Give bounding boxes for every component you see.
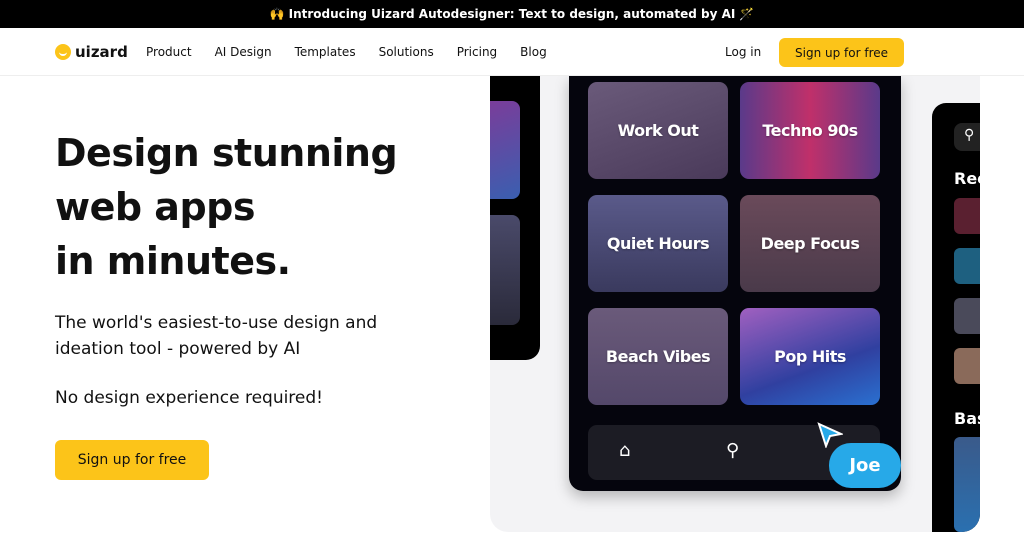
nav-templates[interactable]: Templates: [295, 45, 356, 59]
hero-title: Design stunning web apps in minutes.: [55, 126, 398, 288]
playlist-tile: Pop Hits: [740, 308, 880, 405]
login-link[interactable]: Log in: [725, 45, 761, 59]
search-icon: ⚲: [726, 440, 740, 461]
hero-note: No design experience required!: [55, 388, 323, 408]
announcement-banner[interactable]: 🙌 Introducing Uizard Autodesigner: Text …: [0, 0, 1024, 28]
title-line: Design stunning: [55, 131, 398, 175]
nav-solutions[interactable]: Solutions: [379, 45, 434, 59]
section-label: Rec: [954, 169, 980, 188]
playlist-tile: Work Out: [588, 82, 728, 179]
magic-wand-icon: 🪄: [739, 7, 755, 21]
logo-text: uizard: [75, 42, 128, 61]
section-label: Bas: [954, 409, 980, 428]
playlist-tile: Beach Vibes: [588, 308, 728, 405]
banner-text[interactable]: Introducing Uizard Autodesigner: Text to…: [289, 7, 736, 21]
nav-ai-design[interactable]: AI Design: [215, 45, 272, 59]
right-phone-mockup: ⚲ Rec Bas: [932, 103, 980, 532]
left-phone-mockup: [490, 76, 540, 360]
collaborator-cursor-label: Joe: [829, 443, 901, 488]
search-icon: ⚲: [954, 123, 980, 151]
home-icon: ⌂: [619, 440, 631, 461]
signup-button-hero[interactable]: Sign up for free: [55, 440, 209, 480]
logo-icon: [55, 43, 71, 60]
hands-emoji-icon: 🙌: [269, 7, 285, 21]
playlist-tile: Techno 90s: [740, 82, 880, 179]
center-phone-mockup: Work Out Techno 90s Quiet Hours Deep Foc…: [569, 76, 901, 491]
app-mockup: Work Out Techno 90s Quiet Hours Deep Foc…: [490, 76, 980, 532]
playlist-tile: Quiet Hours: [588, 195, 728, 292]
nav-pricing[interactable]: Pricing: [457, 45, 497, 59]
title-line: in minutes.: [55, 239, 291, 283]
playlist-tile: Deep Focus: [740, 195, 880, 292]
cursor-icon: [817, 422, 843, 448]
nav-blog[interactable]: Blog: [520, 45, 547, 59]
title-line: web apps: [55, 185, 255, 229]
signup-button-nav[interactable]: Sign up for free: [779, 38, 904, 67]
hero-subtitle: The world's easiest-to-use design and id…: [55, 313, 378, 359]
top-nav: uizard Product AI Design Templates Solut…: [0, 28, 1024, 76]
nav-product[interactable]: Product: [146, 45, 192, 59]
logo[interactable]: uizard: [55, 43, 128, 61]
